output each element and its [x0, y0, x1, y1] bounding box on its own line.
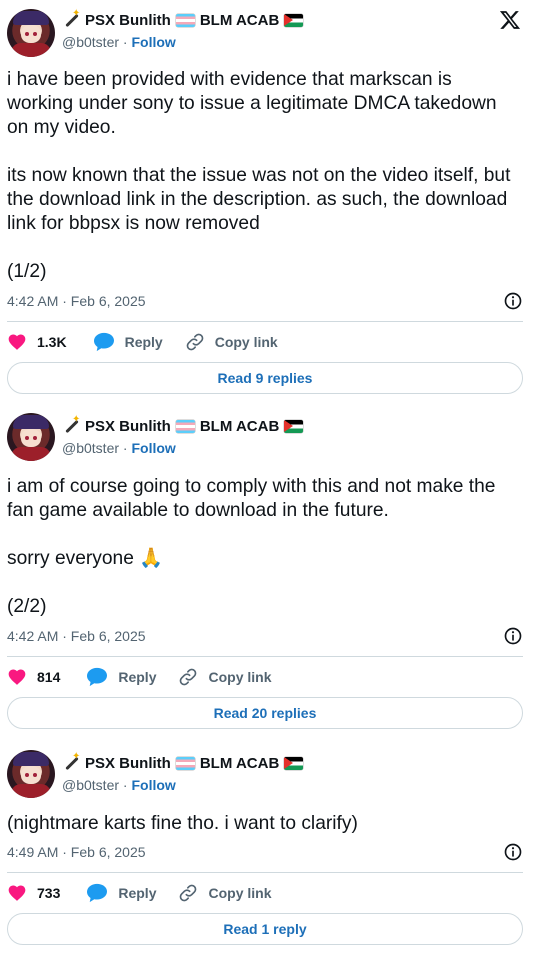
timestamp-row: 4:42 AM · Feb 6, 2025 — [7, 291, 523, 311]
trans-flag-icon — [175, 13, 195, 27]
reply-bubble-icon — [87, 883, 108, 903]
separator: · — [122, 440, 128, 456]
name-suffix: BLM ACAB — [199, 11, 280, 29]
read-replies-button[interactable]: Read 20 replies — [7, 697, 523, 729]
avatar[interactable] — [7, 413, 55, 461]
reply-label: Reply — [124, 334, 163, 350]
like-button[interactable]: 814 — [7, 667, 60, 687]
copy-link-label: Copy link — [208, 669, 272, 685]
copy-link-button[interactable]: Copy link — [185, 332, 278, 352]
like-count: 733 — [37, 885, 61, 901]
link-icon — [180, 668, 197, 686]
handle-row: @b0tster · Follow — [62, 777, 176, 795]
handle-row: @b0tster · Follow — [62, 34, 176, 52]
heart-icon — [8, 334, 26, 350]
heart-icon — [8, 669, 26, 685]
handle[interactable]: @b0tster — [62, 34, 119, 50]
copy-link-button[interactable]: Copy link — [178, 667, 272, 687]
copy-link-button[interactable]: Copy link — [178, 883, 272, 903]
avatar[interactable] — [7, 9, 55, 57]
link-icon — [180, 884, 197, 902]
info-icon[interactable] — [503, 626, 523, 646]
read-replies-button[interactable]: Read 1 reply — [7, 913, 523, 945]
like-count: 1.3K — [37, 334, 67, 350]
reply-bubble-icon — [93, 332, 114, 352]
info-icon[interactable] — [503, 291, 523, 311]
palestine-flag-icon — [284, 756, 304, 770]
magic-wand-icon — [62, 8, 80, 29]
reply-label: Reply — [118, 885, 157, 901]
magic-wand-icon — [62, 751, 80, 772]
name-suffix: BLM ACAB — [199, 754, 280, 772]
action-bar: 1.3K Reply Copy link — [7, 330, 296, 354]
heart-icon — [8, 885, 26, 901]
follow-button[interactable]: Follow — [131, 440, 175, 456]
timestamp-row: 4:42 AM · Feb 6, 2025 — [7, 626, 523, 646]
follow-button[interactable]: Follow — [131, 777, 175, 793]
name-suffix: BLM ACAB — [199, 417, 280, 435]
display-name: PSX Bunlith — [85, 417, 171, 435]
x-logo-icon[interactable] — [499, 9, 521, 31]
read-replies-button[interactable]: Read 9 replies — [7, 362, 523, 394]
author-name[interactable]: PSX Bunlith BLM ACAB — [62, 751, 304, 773]
info-icon[interactable] — [503, 842, 523, 862]
palestine-flag-icon — [284, 13, 304, 27]
reply-button[interactable]: Reply — [86, 667, 156, 687]
like-button[interactable]: 1.3K — [7, 332, 67, 352]
reply-label: Reply — [118, 669, 157, 685]
avatar[interactable] — [7, 750, 55, 798]
like-count: 814 — [37, 669, 61, 685]
divider — [7, 872, 523, 873]
timestamp[interactable]: 4:42 AM · Feb 6, 2025 — [7, 628, 146, 644]
divider — [7, 321, 523, 322]
display-name: PSX Bunlith — [85, 754, 171, 772]
action-bar: 814 Reply Copy link — [7, 665, 290, 689]
timestamp[interactable]: 4:42 AM · Feb 6, 2025 — [7, 293, 146, 309]
handle[interactable]: @b0tster — [62, 777, 119, 793]
handle[interactable]: @b0tster — [62, 440, 119, 456]
handle-row: @b0tster · Follow — [62, 440, 176, 458]
link-icon — [186, 333, 204, 351]
palestine-flag-icon — [284, 419, 304, 433]
tweet-text: (nightmare karts fine tho. i want to cla… — [7, 813, 358, 834]
trans-flag-icon — [175, 419, 195, 433]
copy-link-label: Copy link — [214, 334, 278, 350]
action-bar: 733 Reply Copy link — [7, 881, 290, 905]
reply-bubble-icon — [87, 667, 108, 687]
tweet-text: i am of course going to comply with this… — [7, 476, 496, 617]
display-name: PSX Bunlith — [85, 11, 171, 29]
divider — [7, 656, 523, 657]
reply-button[interactable]: Reply — [86, 883, 156, 903]
reply-button[interactable]: Reply — [93, 332, 163, 352]
separator: · — [122, 34, 128, 50]
tweet-text: i have been provided with evidence that … — [7, 69, 511, 282]
separator: · — [122, 777, 128, 793]
timestamp[interactable]: 4:49 AM · Feb 6, 2025 — [7, 844, 146, 860]
like-button[interactable]: 733 — [7, 883, 60, 903]
author-name[interactable]: PSX Bunlith BLM ACAB — [62, 414, 304, 436]
author-name[interactable]: PSX Bunlith BLM ACAB — [62, 8, 304, 30]
trans-flag-icon — [175, 756, 195, 770]
copy-link-label: Copy link — [208, 885, 272, 901]
magic-wand-icon — [62, 414, 80, 435]
follow-button[interactable]: Follow — [131, 34, 175, 50]
timestamp-row: 4:49 AM · Feb 6, 2025 — [7, 842, 523, 862]
